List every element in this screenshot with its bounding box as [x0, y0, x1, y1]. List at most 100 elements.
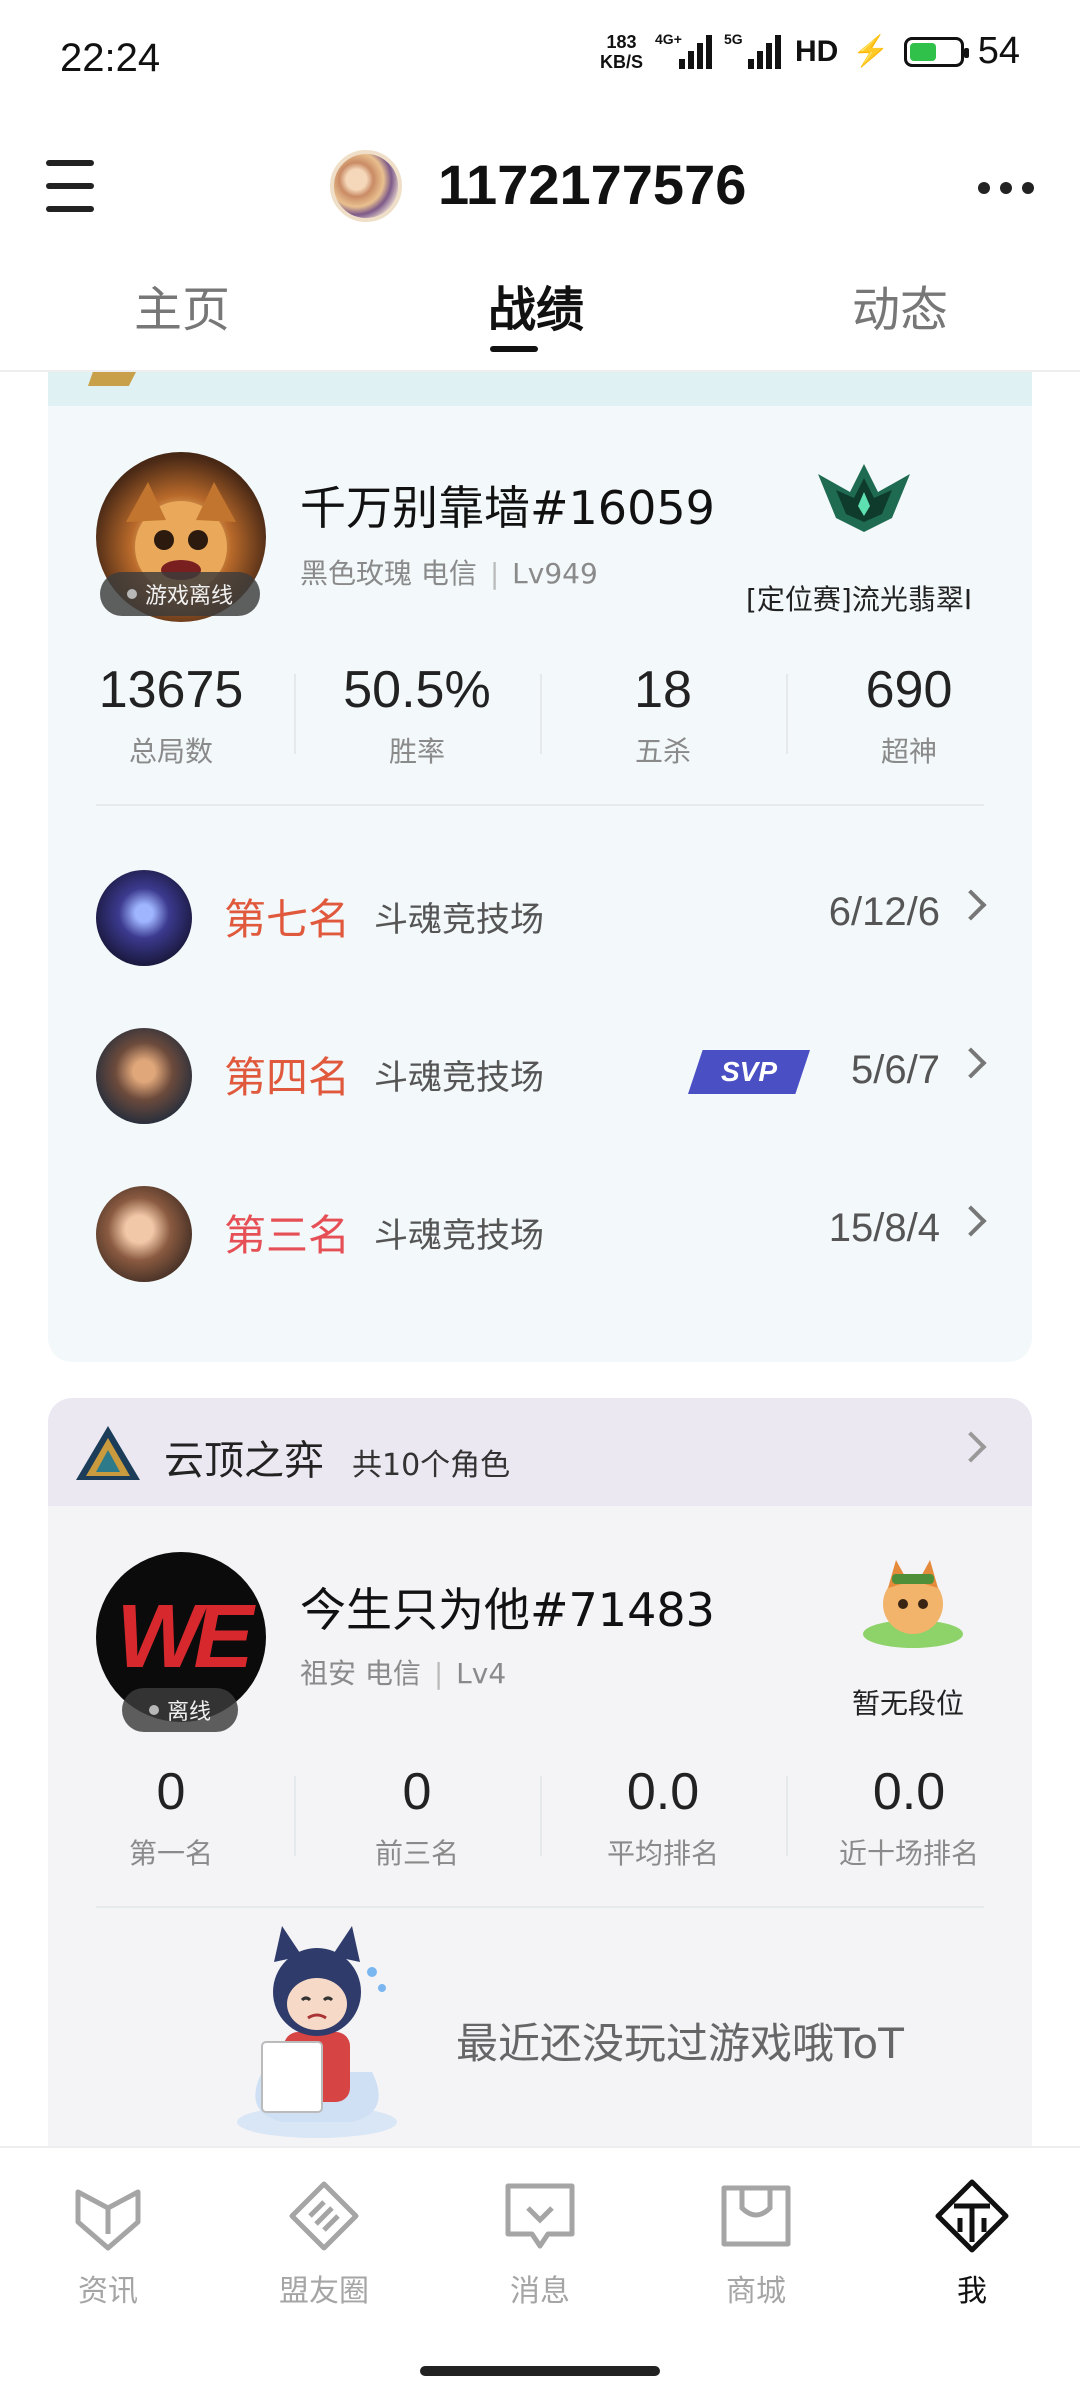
stat-label: 五杀 [634, 735, 691, 768]
nav-label: 消息 [510, 2274, 570, 2309]
network-speed-value: 183 [606, 31, 637, 52]
user-avatar[interactable] [330, 150, 402, 222]
lol-player-meta: 黑色玫瑰 电信 | Lv949 [300, 557, 598, 590]
tft-rank-label: 暂无段位 [852, 1687, 965, 1720]
lol-stats-row: 13675 总局数 50.5% 胜率 18 五杀 690 超神 [48, 660, 1032, 780]
stat-value: 0.0 [626, 1763, 700, 1821]
stat-average-rank: 0.0 平均排名 [540, 1762, 786, 1872]
charging-icon: ⚡ [852, 35, 890, 68]
tft-game-icon [76, 1426, 140, 1480]
shop-icon [721, 2185, 791, 2247]
match-row[interactable]: 第三名 斗魂竞技场 15/8/4 [48, 1172, 1032, 1292]
lol-status-text: 游戏离线 [144, 584, 233, 609]
tft-server: 祖安 电信 [300, 1657, 421, 1690]
profile-tabs: 主页 战绩 动态 [0, 250, 1080, 372]
chevron-right-icon [955, 889, 987, 921]
account-id: 1172177576 [438, 153, 747, 216]
tft-status-badge: 离线 [122, 1688, 238, 1732]
lol-card-header[interactable] [48, 372, 1032, 406]
stat-value: 18 [634, 661, 692, 719]
tft-player-meta: 祖安 电信 | Lv4 [300, 1657, 507, 1690]
nav-news[interactable]: 资讯 [38, 2178, 178, 2310]
tft-role-count: 共10个角色 [352, 1448, 511, 1483]
status-bar: 22:24 183 KB/S 4G+ 5G HD ⚡ 54 [0, 0, 1080, 120]
lol-game-icon [88, 372, 136, 386]
match-row[interactable]: 第七名 斗魂竞技场 6/12/6 [48, 856, 1032, 976]
stat-top-three: 0 前三名 [294, 1762, 540, 1872]
nav-me[interactable]: 我 [902, 2178, 1042, 2310]
signal-4g-icon: 4G+ [655, 31, 713, 69]
active-tab-indicator [490, 346, 538, 352]
stat-value: 0 [156, 1763, 186, 1821]
stat-label: 前三名 [374, 1837, 459, 1870]
stat-value: 690 [865, 661, 953, 719]
me-icon [935, 2179, 1009, 2253]
stat-label: 第一名 [128, 1837, 213, 1870]
stat-legendary: 690 超神 [786, 660, 1032, 770]
divider [96, 1906, 984, 1908]
message-icon [505, 2183, 575, 2249]
empty-state-text: 最近还没玩过游戏哦ToT [456, 2019, 904, 2068]
bottom-navigation: 资讯 盟友圈 消息 商城 我 [0, 2146, 1080, 2400]
match-row[interactable]: 第四名 斗魂竞技场 SVP 5/6/7 [48, 1014, 1032, 1134]
signal-4g-label: 4G+ [655, 30, 682, 47]
champion-avatar [96, 1186, 192, 1282]
stat-value: 50.5% [343, 661, 491, 719]
lol-server: 黑色玫瑰 电信 [300, 557, 477, 590]
tft-stats-row: 0 第一名 0 前三名 0.0 平均排名 0.0 近十场排名 [48, 1762, 1032, 1882]
nav-label: 资讯 [78, 2274, 138, 2309]
stat-label: 超神 [880, 735, 937, 768]
nav-label: 商城 [726, 2274, 786, 2309]
hd-voice-icon: HD [795, 34, 839, 68]
stat-total-games: 13675 总局数 [48, 660, 294, 770]
nav-label: 我 [957, 2274, 987, 2309]
nav-allies[interactable]: 盟友圈 [254, 2178, 394, 2310]
divider [96, 804, 984, 806]
stat-recent-ten-rank: 0.0 近十场排名 [786, 1762, 1032, 1872]
allies-icon [289, 2181, 359, 2251]
match-kda: 6/12/6 [828, 890, 940, 934]
stat-label: 总局数 [128, 735, 213, 768]
stat-first-place: 0 第一名 [48, 1762, 294, 1872]
home-indicator[interactable] [420, 2366, 660, 2376]
match-placement: 第七名 [224, 895, 351, 944]
news-icon [75, 2189, 141, 2251]
battery-percent: 54 [977, 30, 1020, 72]
match-placement: 第四名 [224, 1053, 351, 1102]
match-kda: 15/8/4 [828, 1206, 940, 1250]
app-header: 1172177576 [0, 120, 1080, 250]
status-time: 22:24 [60, 36, 161, 80]
stat-win-rate: 50.5% 胜率 [294, 660, 540, 770]
tft-level: Lv4 [456, 1657, 507, 1690]
tft-player-name: 今生只为他#71483 [300, 1583, 715, 1637]
lol-player-name: 千万别靠墙#16059 [300, 481, 715, 535]
match-placement: 第三名 [224, 1211, 351, 1260]
status-icons: 183 KB/S 4G+ 5G HD ⚡ 54 [600, 30, 1020, 73]
lol-rank-label: [定位赛]流光翡翠I [746, 583, 973, 616]
chevron-right-icon [955, 1047, 987, 1079]
we-team-logo-icon: WE [116, 1586, 254, 1687]
stat-pentakills: 18 五杀 [540, 660, 786, 770]
lol-level: Lv949 [512, 557, 598, 590]
nav-shop[interactable]: 商城 [686, 2178, 826, 2310]
match-mode: 斗魂竞技场 [374, 1216, 544, 1256]
tab-home[interactable]: 主页 [134, 270, 230, 340]
tab-records[interactable]: 战绩 [488, 270, 584, 340]
stat-value: 0 [402, 1763, 432, 1821]
lol-status-badge: 游戏离线 [100, 572, 260, 616]
match-kda: 5/6/7 [851, 1048, 940, 1092]
network-speed-unit: KB/S [600, 51, 644, 72]
tft-status-text: 离线 [166, 1700, 211, 1725]
stat-label: 胜率 [388, 735, 445, 768]
signal-5g-icon: 5G [724, 31, 782, 69]
battery-icon [903, 36, 969, 67]
stat-value: 0.0 [872, 1763, 946, 1821]
nav-messages[interactable]: 消息 [470, 2178, 610, 2310]
emerald-rank-icon [818, 464, 910, 532]
stat-label: 近十场排名 [838, 1837, 979, 1870]
tab-activity[interactable]: 动态 [852, 270, 948, 340]
more-icon[interactable] [978, 182, 1034, 194]
menu-icon[interactable] [46, 160, 94, 212]
offline-dot-icon [126, 589, 137, 599]
battery-fill [909, 42, 936, 61]
